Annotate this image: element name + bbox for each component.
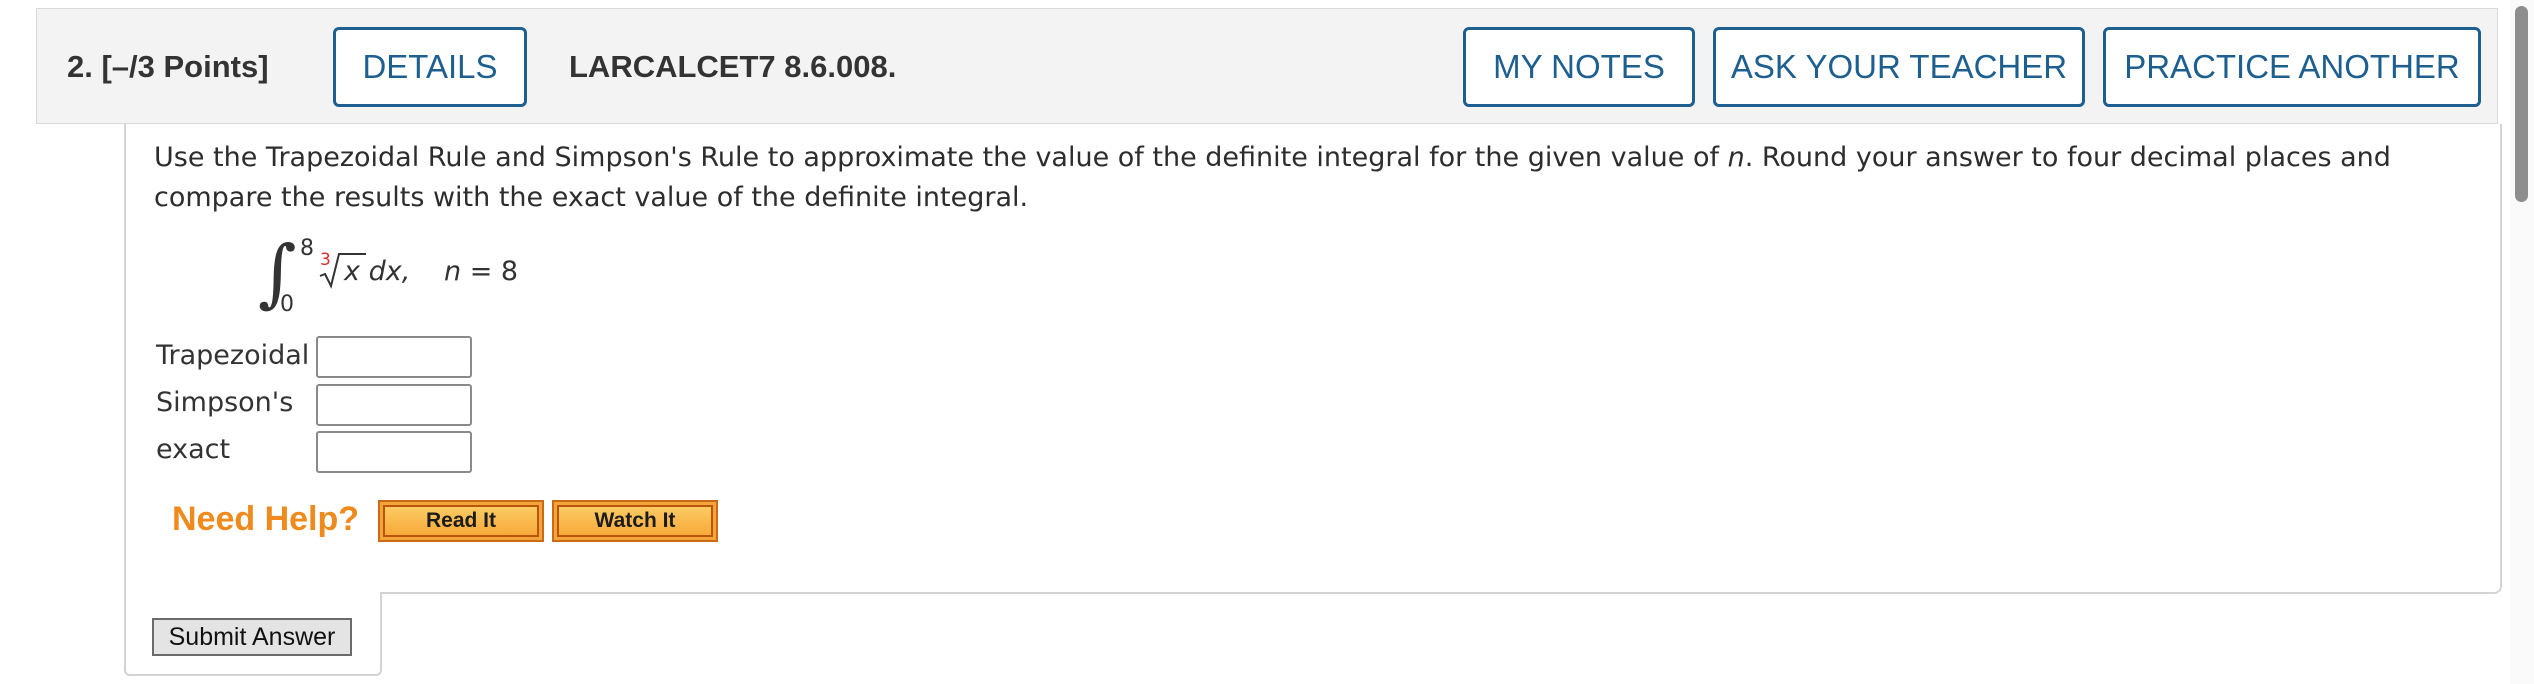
watch-it-label: Watch It [557,505,713,537]
question-id: LARCALCET7 8.6.008. [569,49,897,84]
integrand: x dx, [344,256,410,287]
lower-limit: 0 [280,292,294,317]
practice-another-button[interactable]: PRACTICE ANOTHER [2103,27,2481,107]
simpsons-answer-input[interactable] [316,384,472,426]
watch-it-button[interactable]: Watch It [552,500,718,542]
upper-limit: 8 [300,236,314,261]
question-number-points: 2. [–/3 Points] [67,49,269,84]
ask-your-teacher-button[interactable]: ASK YOUR TEACHER [1713,27,2085,107]
n-value: n = 8 [444,256,518,287]
scrollbar-thumb[interactable] [2515,6,2528,202]
problem-text-part1: Use the Trapezoidal Rule and Simpson's R… [154,142,1728,173]
simpsons-label: Simpson's [156,387,294,418]
n-label: n [444,256,462,287]
problem-text: Use the Trapezoidal Rule and Simpson's R… [154,138,2454,218]
problem-n-variable: n [1727,142,1745,173]
submit-answer-button[interactable]: Submit Answer [152,618,352,656]
read-it-label: Read It [383,505,539,537]
trapezoidal-label: Trapezoidal [156,340,310,371]
my-notes-button[interactable]: MY NOTES [1463,27,1695,107]
question-header: 2. [–/3 Points] DETAILS LARCALCET7 8.6.0… [36,8,2498,124]
differential: dx, [368,256,411,287]
vertical-scrollbar[interactable] [2510,0,2534,684]
integral-expression: ∫ 8 0 3 x dx, n = 8 [258,230,558,317]
n-equals: = 8 [469,256,519,287]
read-it-button[interactable]: Read It [378,500,544,542]
exact-answer-input[interactable] [316,431,472,473]
details-button[interactable]: DETAILS [333,27,527,107]
need-help-label: Need Help? [172,500,360,538]
root-index: 3 [320,250,331,270]
trapezoidal-answer-input[interactable] [316,336,472,378]
radicand: x [344,256,360,287]
exact-label: exact [156,434,231,465]
